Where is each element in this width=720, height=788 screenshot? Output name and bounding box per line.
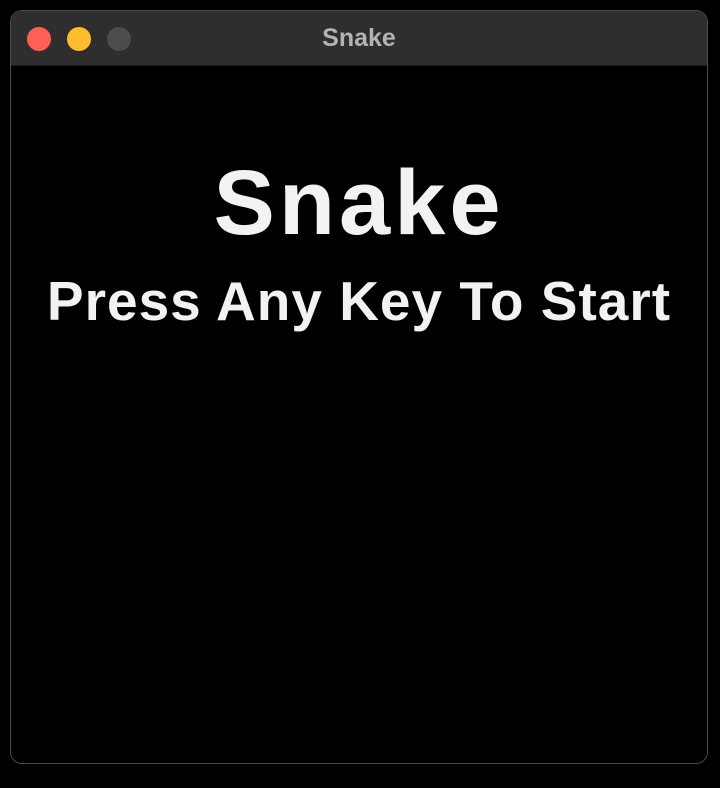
title-bar[interactable]: Snake	[11, 11, 707, 66]
app-window: Snake Snake Press Any Key To Start	[10, 10, 708, 764]
game-title: Snake	[213, 152, 505, 254]
window-title: Snake	[322, 24, 396, 52]
start-prompt: Press Any Key To Start	[46, 270, 672, 332]
game-canvas[interactable]: Snake Press Any Key To Start	[11, 66, 707, 763]
